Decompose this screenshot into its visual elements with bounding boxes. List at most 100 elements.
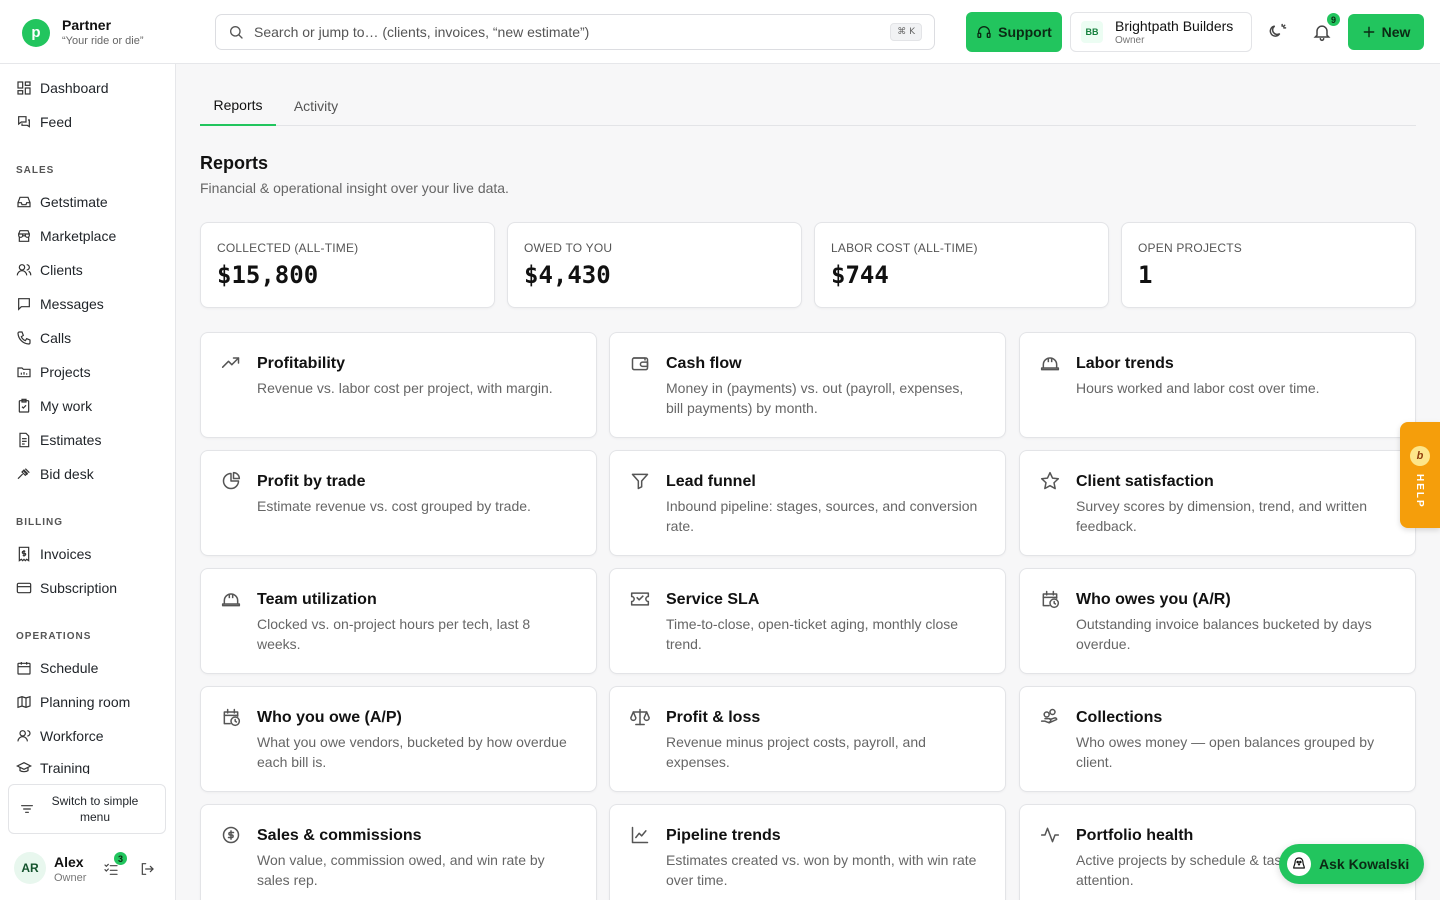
phone-icon <box>17 331 31 345</box>
sidebar: Dashboard Feed SALES Getstimate Marketpl… <box>0 64 176 900</box>
sidebar-item-bid-desk[interactable]: Bid desk <box>16 462 94 486</box>
search-input[interactable] <box>254 24 891 40</box>
credit-card-icon <box>16 582 32 594</box>
report-card-service-sla[interactable]: Service SLA Time-to-close, open-ticket a… <box>609 568 1006 674</box>
report-card-profit-loss[interactable]: Profit & loss Revenue minus project cost… <box>609 686 1006 792</box>
sidebar-item-calls[interactable]: Calls <box>16 326 71 350</box>
report-card-labor-trends[interactable]: Labor trends Hours worked and labor cost… <box>1019 332 1416 438</box>
sidebar-item-getstimate[interactable]: Getstimate <box>16 190 108 214</box>
sidebar-section-billing: BILLING <box>16 517 63 528</box>
user-icon <box>17 730 31 742</box>
receipt-icon <box>18 546 30 562</box>
calendar-clock-icon <box>1042 590 1060 609</box>
penguin-icon <box>1287 852 1311 876</box>
sidebar-item-clients[interactable]: Clients <box>16 258 83 282</box>
brand-tagline: “Your ride or die” <box>62 35 144 47</box>
report-description: Revenue minus project costs, payroll, an… <box>666 734 926 770</box>
sidebar-item-dashboard[interactable]: Dashboard <box>16 76 109 100</box>
sidebar-item-projects[interactable]: Projects <box>16 360 91 384</box>
stat-card-open-projects: OPEN PROJECTS 1 <box>1121 222 1416 308</box>
report-title: Service SLA <box>666 591 760 608</box>
report-card-lead-funnel[interactable]: Lead funnel Inbound pipeline: stages, so… <box>609 450 1006 556</box>
switch-simple-menu-button[interactable]: Switch to simple menu <box>8 784 166 834</box>
stat-label: OWED TO YOU <box>524 241 613 255</box>
org-switcher[interactable]: BB Brightpath Builders Owner <box>1070 12 1252 52</box>
feed-icon <box>18 116 30 128</box>
report-title: Collections <box>1076 709 1163 726</box>
top-header: p Partner “Your ride or die” ⌘ K Support… <box>0 0 1440 64</box>
report-card-team-utilization[interactable]: Team utilization Clocked vs. on-project … <box>200 568 597 674</box>
report-title: Pipeline trends <box>666 827 781 844</box>
brand-name: Partner <box>62 17 112 33</box>
plus-icon <box>1363 26 1374 38</box>
page-subtitle: Financial & operational insight over you… <box>200 180 509 196</box>
theme-toggle-icon[interactable] <box>1268 22 1288 42</box>
inbox-icon <box>17 196 31 208</box>
report-description: Inbound pipeline: stages, sources, and c… <box>666 498 978 534</box>
report-title: Profit & loss <box>666 709 761 726</box>
help-label: HELP <box>1414 474 1425 509</box>
store-icon <box>18 230 30 242</box>
search-shortcut: ⌘ K <box>890 23 922 41</box>
pie-chart-icon <box>222 471 241 490</box>
report-card-accounts-payable[interactable]: Who you owe (A/P) What you owe vendors, … <box>200 686 597 792</box>
support-button[interactable]: Support <box>966 12 1062 52</box>
sidebar-item-workforce[interactable]: Workforce <box>16 724 104 748</box>
sidebar-item-invoices[interactable]: Invoices <box>16 542 91 566</box>
report-card-sales-commissions[interactable]: Sales & commissions Won value, commissio… <box>200 804 597 900</box>
report-description: Time-to-close, open-ticket aging, monthl… <box>666 616 959 652</box>
help-tab[interactable]: b HELP <box>1400 422 1440 528</box>
sidebar-item-feed[interactable]: Feed <box>16 110 72 134</box>
stat-label: COLLECTED (ALL-TIME) <box>217 241 359 255</box>
map-icon <box>17 695 31 709</box>
tab-activity[interactable]: Activity <box>280 86 352 126</box>
sidebar-item-subscription[interactable]: Subscription <box>16 576 117 600</box>
stat-card-owed: OWED TO YOU $4,430 <box>507 222 802 308</box>
user-avatar[interactable]: AR <box>14 852 46 884</box>
new-button[interactable]: New <box>1348 14 1424 50</box>
search-bar[interactable]: ⌘ K <box>215 14 935 50</box>
report-title: Team utilization <box>257 591 377 608</box>
stat-card-labor-cost: LABOR COST (ALL-TIME) $744 <box>814 222 1109 308</box>
report-card-accounts-receivable[interactable]: Who owes you (A/R) Outstanding invoice b… <box>1019 568 1416 674</box>
report-title: Lead funnel <box>666 473 756 490</box>
file-text-icon <box>19 432 30 448</box>
report-description: Won value, commission owed, and win rate… <box>257 852 545 888</box>
calendar-icon <box>17 662 31 675</box>
report-description: Outstanding invoice balances bucketed by… <box>1076 616 1372 652</box>
stat-value: $744 <box>831 261 889 289</box>
help-logo-icon: b <box>1410 446 1430 466</box>
report-description: Hours worked and labor cost over time. <box>1076 380 1320 396</box>
report-card-client-satisfaction[interactable]: Client satisfaction Survey scores by dim… <box>1019 450 1416 556</box>
report-card-profitability[interactable]: Profitability Revenue vs. labor cost per… <box>200 332 597 438</box>
report-title: Labor trends <box>1076 355 1174 372</box>
report-card-cash-flow[interactable]: Cash flow Money in (payments) vs. out (p… <box>609 332 1006 438</box>
logout-icon[interactable] <box>139 861 155 877</box>
report-description: Revenue vs. labor cost per project, with… <box>257 380 553 396</box>
report-title: Sales & commissions <box>257 827 422 844</box>
sidebar-item-schedule[interactable]: Schedule <box>16 656 98 680</box>
brand-logo: p <box>22 18 50 47</box>
report-title: Client satisfaction <box>1076 473 1214 490</box>
brand[interactable]: p Partner “Your ride or die” <box>22 17 144 48</box>
sidebar-item-estimates[interactable]: Estimates <box>16 428 101 452</box>
ask-assistant-button[interactable]: Ask Kowalski <box>1279 844 1424 884</box>
sidebar-item-planning-room[interactable]: Planning room <box>16 690 130 714</box>
report-card-collections[interactable]: Collections Who owes money — open balanc… <box>1019 686 1416 792</box>
headset-icon <box>977 26 991 38</box>
stat-value: $15,800 <box>217 261 319 289</box>
tab-reports[interactable]: Reports <box>200 86 276 126</box>
users-icon <box>16 264 32 276</box>
calendar-clock-icon <box>223 708 241 727</box>
support-label: Support <box>998 24 1052 40</box>
sidebar-item-messages[interactable]: Messages <box>16 292 104 316</box>
stat-value: $4,430 <box>524 261 611 289</box>
sidebar-item-marketplace[interactable]: Marketplace <box>16 224 116 248</box>
report-card-pipeline-trends[interactable]: Pipeline trends Estimates created vs. wo… <box>609 804 1006 900</box>
sidebar-item-my-work[interactable]: My work <box>16 394 92 418</box>
report-description: Estimate revenue vs. cost grouped by tra… <box>257 498 531 514</box>
org-avatar: BB <box>1081 21 1103 43</box>
report-card-profit-by-trade[interactable]: Profit by trade Estimate revenue vs. cos… <box>200 450 597 556</box>
report-description: Who owes money — open balances grouped b… <box>1076 734 1375 770</box>
sidebar-item-training[interactable]: Training <box>16 758 90 774</box>
